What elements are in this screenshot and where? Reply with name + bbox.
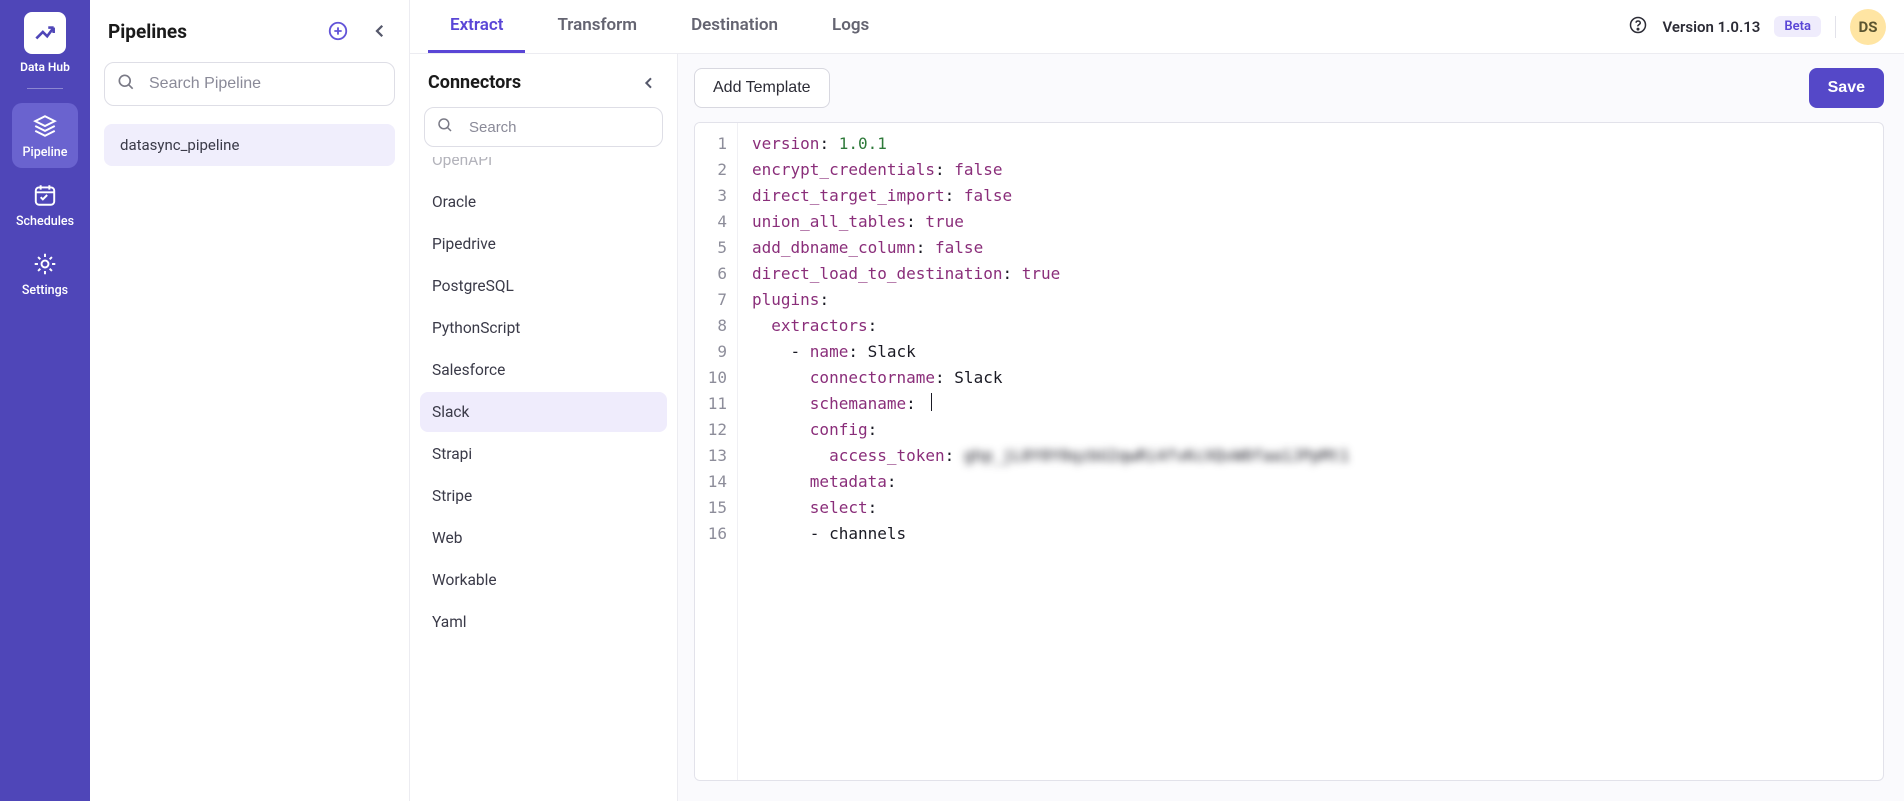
- connectors-panel: Connectors OpenAPIOraclePipedrivePostgre…: [410, 54, 678, 801]
- nav-schedules[interactable]: Schedules: [12, 172, 78, 237]
- connector-item[interactable]: Salesforce: [420, 350, 667, 390]
- connector-item[interactable]: Yaml: [420, 602, 667, 642]
- connector-item[interactable]: Workable: [420, 560, 667, 600]
- code-content[interactable]: version: 1.0.1 encrypt_credentials: fals…: [738, 123, 1883, 780]
- connector-item[interactable]: Pipedrive: [420, 224, 667, 264]
- tabs: Extract Transform Destination Logs: [410, 0, 891, 53]
- chevron-left-icon: [371, 22, 389, 40]
- main-area: Extract Transform Destination Logs Versi…: [410, 0, 1904, 801]
- beta-badge: Beta: [1774, 16, 1821, 37]
- connectors-title: Connectors: [428, 72, 521, 93]
- code-editor[interactable]: 12345678910111213141516 version: 1.0.1 e…: [694, 122, 1884, 781]
- topbar-divider: [1835, 16, 1836, 38]
- topbar: Extract Transform Destination Logs Versi…: [410, 0, 1904, 54]
- help-button[interactable]: [1628, 15, 1648, 39]
- tab-destination[interactable]: Destination: [669, 0, 800, 53]
- connector-item[interactable]: Slack: [420, 392, 667, 432]
- rail-divider: [27, 88, 63, 89]
- tab-transform[interactable]: Transform: [535, 0, 659, 53]
- calendar-icon: [32, 182, 58, 208]
- nav-pipeline[interactable]: Pipeline: [12, 103, 78, 168]
- connector-item[interactable]: OpenAPI: [420, 157, 667, 180]
- connector-item[interactable]: PostgreSQL: [420, 266, 667, 306]
- pipeline-item[interactable]: datasync_pipeline: [104, 124, 395, 166]
- add-pipeline-button[interactable]: [325, 18, 351, 44]
- connector-item[interactable]: Stripe: [420, 476, 667, 516]
- gear-icon: [32, 251, 58, 277]
- connector-item[interactable]: Strapi: [420, 434, 667, 474]
- nav-pipeline-label: Pipeline: [23, 145, 68, 160]
- pipeline-search-input[interactable]: [104, 62, 395, 106]
- connector-search-input[interactable]: [424, 107, 663, 147]
- search-icon: [436, 116, 454, 138]
- logo-icon: [32, 20, 58, 46]
- connector-item[interactable]: Oracle: [420, 182, 667, 222]
- search-icon: [116, 72, 136, 96]
- connector-item[interactable]: PythonScript: [420, 308, 667, 348]
- app-rail: Data Hub Pipeline Schedules Settings: [0, 0, 90, 801]
- tab-logs[interactable]: Logs: [810, 0, 891, 53]
- tab-extract[interactable]: Extract: [428, 0, 525, 53]
- version-label: Version 1.0.13: [1662, 18, 1760, 36]
- collapse-connectors-button[interactable]: [639, 73, 659, 93]
- save-button[interactable]: Save: [1809, 68, 1884, 108]
- connector-item[interactable]: Web: [420, 518, 667, 558]
- editor-panel: Add Template Save 1234567891011121314151…: [678, 54, 1904, 801]
- chevron-left-icon: [641, 75, 657, 91]
- help-circle-icon: [1628, 15, 1648, 35]
- app-logo: [24, 12, 66, 54]
- avatar[interactable]: DS: [1850, 9, 1886, 45]
- connector-search: [424, 107, 663, 147]
- nav-settings[interactable]: Settings: [12, 241, 78, 306]
- app-title: Data Hub: [20, 60, 70, 74]
- pipeline-search: [104, 62, 395, 106]
- nav-schedules-label: Schedules: [16, 214, 74, 229]
- plus-circle-icon: [327, 20, 349, 42]
- line-gutter: 12345678910111213141516: [695, 123, 738, 780]
- connector-list[interactable]: OpenAPIOraclePipedrivePostgreSQLPythonSc…: [410, 157, 677, 801]
- layers-icon: [32, 113, 58, 139]
- nav-settings-label: Settings: [22, 283, 68, 298]
- collapse-pipelines-button[interactable]: [369, 20, 391, 42]
- add-template-button[interactable]: Add Template: [694, 68, 830, 108]
- pipelines-title: Pipelines: [108, 20, 187, 43]
- pipelines-panel: Pipelines datasync_pipeline: [90, 0, 410, 801]
